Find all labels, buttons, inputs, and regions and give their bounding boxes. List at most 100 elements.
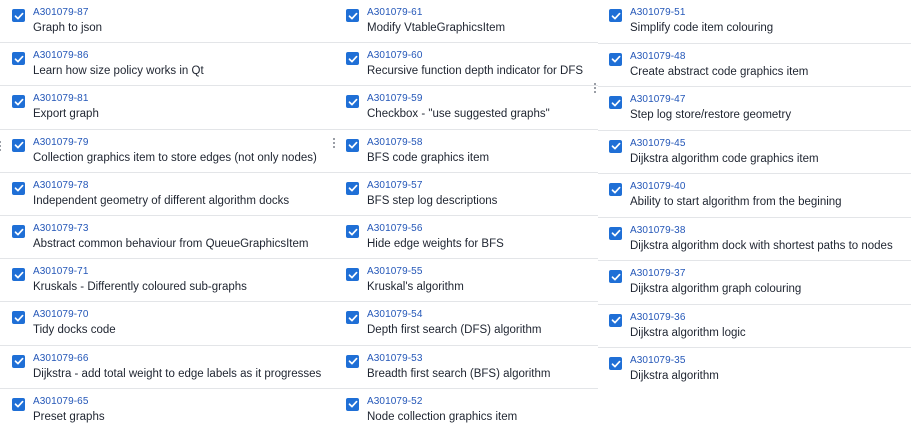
task-key-link[interactable]: A301079-86 (33, 50, 89, 61)
task-key-link[interactable]: A301079-58 (367, 137, 423, 148)
task-key-link[interactable]: A301079-71 (33, 266, 89, 277)
task-item[interactable]: A301079-51 Simplify code item colouring (598, 0, 911, 44)
task-checkbox[interactable] (346, 311, 359, 325)
task-key-link[interactable]: A301079-48 (630, 51, 686, 62)
task-item[interactable]: A301079-71 Kruskals - Differently coloure… (0, 259, 336, 303)
task-key-link[interactable]: A301079-73 (33, 223, 89, 234)
task-checkbox[interactable] (609, 139, 622, 153)
check-icon (14, 228, 23, 235)
task-item[interactable]: A301079-65 Preset graphs (0, 389, 336, 432)
task-item[interactable]: A301079-58 BFS code graphics item (336, 130, 598, 173)
task-item[interactable]: A301079-52 Node collection graphics item (336, 389, 598, 432)
task-item[interactable]: A301079-45 Dijkstra algorithm code graphi… (598, 131, 911, 174)
task-key-link[interactable]: A301079-37 (630, 268, 686, 279)
task-key-link[interactable]: A301079-52 (367, 396, 423, 407)
task-checkbox[interactable] (609, 9, 622, 22)
task-checkbox[interactable] (12, 138, 25, 152)
task-item[interactable]: A301079-37 Dijkstra algorithm graph colou… (598, 261, 911, 305)
task-item[interactable]: A301079-81 Export graph (0, 86, 336, 130)
task-item[interactable]: A301079-36 Dijkstra algorithm logic (598, 305, 911, 348)
task-checkbox[interactable] (609, 183, 622, 196)
task-item[interactable]: A301079-55 Kruskal's algorithm (336, 259, 598, 303)
task-key-link[interactable]: A301079-56 (367, 223, 423, 234)
task-checkbox[interactable] (12, 397, 25, 411)
task-checkbox[interactable] (609, 52, 622, 66)
task-summary: Kruskal's algorithm (367, 281, 464, 294)
task-item[interactable]: A301079-66 Dijkstra - add total weight to… (0, 346, 336, 389)
task-key-link[interactable]: A301079-66 (33, 353, 89, 364)
task-checkbox[interactable] (346, 397, 359, 411)
check-icon (14, 401, 23, 408)
task-summary: Hide edge weights for BFS (367, 238, 504, 251)
task-checkbox[interactable] (12, 225, 25, 239)
check-icon (611, 273, 620, 280)
task-item[interactable]: A301079-79 Collection graphics item to st… (0, 130, 336, 173)
task-item[interactable]: A301079-35 Dijkstra algorithm (598, 348, 911, 392)
task-item[interactable]: A301079-56 Hide edge weights for BFS (336, 216, 598, 260)
task-key-link[interactable]: A301079-55 (367, 266, 423, 277)
task-checkbox[interactable] (346, 9, 359, 22)
task-checkbox[interactable] (12, 311, 25, 325)
task-checkbox[interactable] (12, 52, 25, 66)
task-item[interactable]: A301079-87 Graph to json (0, 0, 336, 44)
task-checkbox[interactable] (12, 181, 25, 195)
task-checkbox[interactable] (346, 181, 359, 195)
task-item[interactable]: A301079-54 Depth first search (DFS) algor… (336, 302, 598, 346)
task-item[interactable]: A301079-48 Create abstract code graphics … (598, 44, 911, 87)
task-checkbox[interactable] (346, 354, 359, 368)
task-item[interactable]: A301079-78 Independent geometry of differ… (0, 173, 336, 217)
task-summary: Breadth first search (BFS) algorithm (367, 367, 551, 380)
task-checkbox[interactable] (346, 138, 359, 152)
task-summary: Modify VtableGraphicsItem (367, 22, 506, 34)
task-key-link[interactable]: A301079-40 (630, 181, 686, 192)
task-checkbox[interactable] (346, 52, 359, 66)
task-key-link[interactable]: A301079-38 (630, 225, 686, 236)
task-checkbox[interactable] (609, 226, 622, 240)
task-checkbox[interactable] (609, 270, 622, 283)
task-item[interactable]: A301079-57 BFS step log descriptions (336, 173, 598, 217)
task-item[interactable]: A301079-73 Abstract common behaviour from… (0, 216, 336, 260)
drag-handle-icon[interactable] (0, 140, 1, 151)
task-key-link[interactable]: A301079-79 (33, 137, 89, 148)
task-item[interactable]: A301079-40 Ability to start algorithm fro… (598, 174, 911, 218)
task-checkbox[interactable] (609, 96, 622, 109)
task-item[interactable]: A301079-38 Dijkstra algorithm dock with s… (598, 218, 911, 261)
task-key-link[interactable]: A301079-57 (367, 180, 423, 191)
task-key-link[interactable]: A301079-47 (630, 94, 686, 105)
task-item[interactable]: A301079-86 Learn how size policy works in… (0, 43, 336, 87)
check-icon (14, 357, 23, 365)
task-checkbox[interactable] (346, 268, 359, 282)
task-item[interactable]: A301079-47 Step log store/restore geometr… (598, 87, 911, 131)
task-key-link[interactable]: A301079-81 (33, 93, 89, 104)
task-summary: Dijkstra algorithm logic (630, 326, 746, 339)
task-summary: Independent geometry of different algori… (33, 194, 290, 207)
task-checkbox[interactable] (609, 313, 622, 327)
task-key-link[interactable]: A301079-36 (630, 312, 686, 323)
task-key-link[interactable]: A301079-87 (33, 7, 89, 18)
task-key-link[interactable]: A301079-53 (367, 353, 423, 364)
task-item[interactable]: A301079-61 Modify VtableGraphicsItem (336, 0, 598, 44)
task-item[interactable]: A301079-60 Recursive function depth indic… (336, 43, 598, 94)
drag-handle-icon[interactable] (333, 137, 335, 148)
task-checkbox[interactable] (12, 354, 25, 368)
check-icon (348, 401, 357, 408)
task-key-link[interactable]: A301079-51 (630, 7, 686, 18)
task-key-link[interactable]: A301079-59 (367, 93, 423, 104)
task-key-link[interactable]: A301079-60 (367, 50, 423, 61)
task-key-link[interactable]: A301079-65 (33, 396, 89, 407)
task-checkbox[interactable] (12, 9, 25, 22)
task-checkbox[interactable] (12, 268, 25, 282)
task-item[interactable]: A301079-59 Checkbox - "use suggested grap… (336, 86, 598, 130)
task-key-link[interactable]: A301079-70 (33, 309, 89, 320)
task-item[interactable]: A301079-70 Tidy docks code (0, 302, 336, 346)
task-checkbox[interactable] (609, 357, 622, 370)
task-key-link[interactable]: A301079-61 (367, 7, 423, 18)
task-key-link[interactable]: A301079-78 (33, 180, 89, 191)
task-checkbox[interactable] (346, 95, 359, 109)
task-key-link[interactable]: A301079-54 (367, 309, 423, 320)
task-key-link[interactable]: A301079-35 (630, 355, 686, 366)
task-item[interactable]: A301079-53 Breadth first search (BFS) alg… (336, 346, 598, 389)
task-checkbox[interactable] (346, 225, 359, 239)
task-key-link[interactable]: A301079-45 (630, 138, 686, 149)
task-checkbox[interactable] (12, 95, 25, 109)
